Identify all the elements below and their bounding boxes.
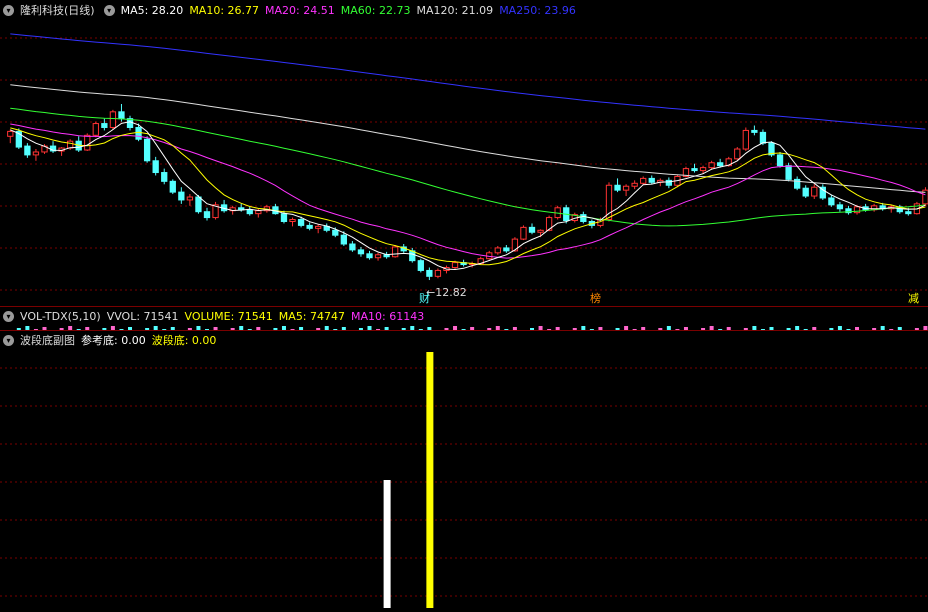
candle-down bbox=[203, 211, 211, 219]
candle-down bbox=[776, 154, 784, 167]
vol-ma5-label: MA5: 74747 bbox=[278, 309, 346, 323]
vvol-label: VVOL: 71541 bbox=[106, 309, 179, 323]
candle-down bbox=[751, 129, 758, 133]
candle-down bbox=[528, 226, 536, 233]
candle-down bbox=[161, 172, 168, 182]
candle-down bbox=[340, 234, 347, 245]
ma250-label: MA250: 23.96 bbox=[499, 3, 576, 17]
candle-up bbox=[186, 196, 194, 201]
vol-indicator-name: VOL-TDX(5,10) bbox=[20, 309, 101, 323]
candle-down bbox=[648, 177, 655, 183]
candle-down bbox=[152, 160, 159, 174]
candle-up bbox=[7, 130, 14, 137]
candle-up bbox=[631, 182, 638, 187]
sub-indicator-header: ▾ 波段底副图 参考底: 0.00 波段底: 0.00 bbox=[0, 331, 928, 349]
sub-bar-reference-bottom bbox=[383, 480, 391, 608]
vol-ma10-label: MA10: 61143 bbox=[351, 309, 425, 323]
ma5-label: MA5: 28.20 bbox=[120, 3, 184, 17]
band-bottom-label: 波段底: 0.00 bbox=[151, 334, 217, 347]
candle-up bbox=[520, 226, 527, 240]
candle-up bbox=[92, 123, 99, 136]
candle-down bbox=[717, 162, 724, 167]
candle-down bbox=[24, 145, 31, 156]
bang-marker[interactable]: 榜 bbox=[590, 293, 601, 305]
candle-up bbox=[374, 254, 382, 259]
candle-down bbox=[426, 269, 433, 277]
chevron-down-icon[interactable]: ▾ bbox=[103, 4, 115, 16]
sub-bar-band-bottom bbox=[426, 352, 434, 608]
candle-down bbox=[169, 180, 176, 193]
cai-marker[interactable]: 财 bbox=[419, 293, 430, 305]
candle-down bbox=[178, 191, 185, 201]
candle-up bbox=[537, 229, 544, 233]
candle-down bbox=[280, 213, 288, 222]
candle-up bbox=[66, 140, 74, 149]
candle-up bbox=[289, 219, 296, 222]
candle-up bbox=[451, 262, 459, 269]
candle-down bbox=[665, 179, 673, 186]
candle-up bbox=[811, 186, 818, 197]
candle-down bbox=[580, 214, 587, 222]
ma250-line bbox=[10, 33, 926, 130]
candle-up bbox=[494, 247, 501, 254]
candle-down bbox=[297, 219, 305, 226]
jian-marker[interactable]: 减 bbox=[908, 293, 919, 305]
ma120-label: MA120: 21.09 bbox=[416, 3, 494, 17]
candle-down bbox=[357, 249, 365, 255]
candle-up bbox=[392, 246, 399, 258]
candlestick-chart bbox=[0, 33, 928, 291]
candle-up bbox=[734, 148, 741, 160]
chevron-down-icon[interactable]: ▾ bbox=[3, 4, 14, 16]
candle-up bbox=[32, 151, 40, 156]
candle-up bbox=[255, 210, 262, 215]
candle-up bbox=[708, 162, 715, 169]
candle-down bbox=[905, 211, 912, 215]
candle-down bbox=[101, 123, 108, 128]
candle-down bbox=[828, 197, 835, 206]
candle-down bbox=[503, 247, 510, 252]
sub-indicator-name: 波段底副图 bbox=[20, 334, 75, 347]
stock-title: 隆利科技(日线) bbox=[20, 4, 95, 17]
candle-down bbox=[246, 209, 253, 215]
candle-down bbox=[118, 111, 125, 120]
main-chart-header: ▾ 隆利科技(日线) ▾ MA5: 28.20 MA10: 26.77 MA20… bbox=[0, 1, 928, 19]
ma20-label: MA20: 24.51 bbox=[265, 3, 335, 17]
candle-up bbox=[742, 129, 749, 150]
candle-down bbox=[349, 243, 356, 251]
sub-indicator-pane[interactable] bbox=[0, 350, 928, 612]
candle-up bbox=[84, 134, 91, 151]
candle-up bbox=[315, 225, 322, 229]
candle-down bbox=[759, 131, 767, 144]
chevron-down-icon[interactable]: ▾ bbox=[3, 310, 14, 322]
candle-up bbox=[434, 269, 442, 277]
candle-down bbox=[785, 165, 792, 180]
candle-down bbox=[332, 229, 339, 236]
ma60-label: MA60: 22.73 bbox=[340, 3, 411, 17]
ma10-label: MA10: 26.77 bbox=[189, 3, 260, 17]
candle-down bbox=[195, 196, 202, 213]
chevron-down-icon[interactable]: ▾ bbox=[3, 334, 14, 346]
candle-down bbox=[417, 260, 424, 271]
band-bottom-chart bbox=[0, 352, 928, 608]
candle-down bbox=[614, 184, 621, 191]
volume-label: VOLUME: 71541 bbox=[184, 309, 273, 323]
candle-down bbox=[836, 204, 844, 210]
low-price-label: ←12.82 bbox=[426, 286, 467, 299]
price-chart-pane[interactable]: ←12.82 财 榜 减 bbox=[0, 20, 928, 308]
candle-down bbox=[135, 126, 142, 140]
candle-down bbox=[366, 253, 373, 259]
volume-header: ▾ VOL-TDX(5,10) VVOL: 71541 VOLUME: 7154… bbox=[0, 307, 928, 325]
candle-down bbox=[306, 224, 313, 229]
candle-down bbox=[143, 138, 151, 162]
candle-down bbox=[802, 187, 809, 197]
candle-up bbox=[622, 185, 630, 191]
candle-up bbox=[109, 111, 117, 128]
candle-down bbox=[691, 168, 698, 172]
candle-up bbox=[640, 177, 647, 184]
candle-up bbox=[699, 167, 707, 172]
reference-bottom-label: 参考底: 0.00 bbox=[81, 334, 146, 347]
